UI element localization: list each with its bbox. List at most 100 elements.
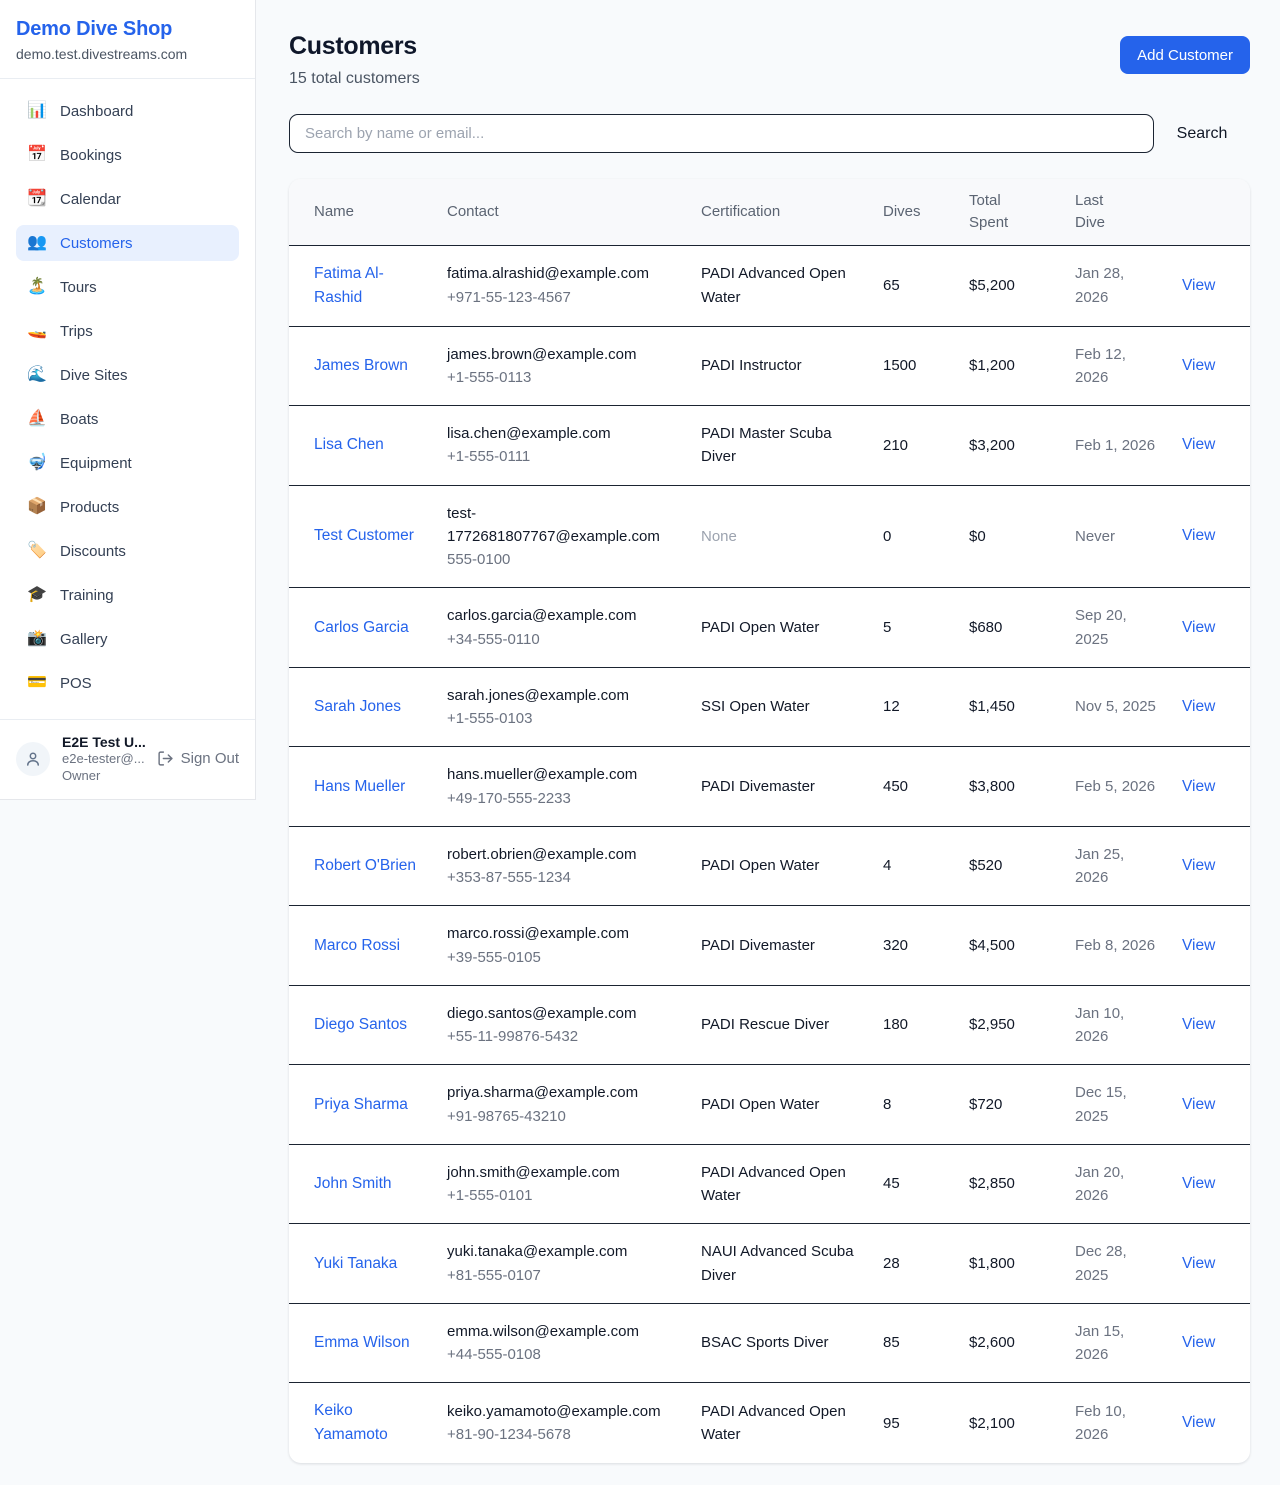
sidebar-item-label: Equipment — [60, 455, 132, 472]
view-customer-link[interactable]: View — [1182, 1096, 1215, 1113]
customer-certification: PADI Open Water — [689, 1065, 871, 1145]
customer-name-link[interactable]: Marco Rossi — [314, 937, 400, 954]
column-header-total-spent: Total Spent — [957, 179, 1063, 245]
customer-name-link[interactable]: Hans Mueller — [314, 778, 405, 795]
sidebar-item-calendar[interactable]: 📆 Calendar — [16, 181, 239, 217]
view-customer-link[interactable]: View — [1182, 1016, 1215, 1033]
customer-total-spent: $720 — [957, 1065, 1063, 1145]
sidebar-item-trips[interactable]: 🚤 Trips — [16, 313, 239, 349]
customer-certification: PADI Advanced Open Water — [689, 1144, 871, 1224]
customer-total-spent: $1,200 — [957, 326, 1063, 406]
table-row: Sarah Jones sarah.jones@example.com +1-5… — [289, 667, 1250, 747]
customer-name-link[interactable]: Emma Wilson — [314, 1334, 410, 1351]
user-meta: E2E Test U... e2e-tester@... Owner — [62, 733, 145, 785]
view-customer-link[interactable]: View — [1182, 1334, 1215, 1351]
customer-dives: 28 — [871, 1224, 957, 1304]
island-icon: 🏝️ — [27, 279, 47, 295]
search-button[interactable]: Search — [1154, 125, 1250, 143]
customer-name-link[interactable]: Carlos Garcia — [314, 619, 409, 636]
table-row: Yuki Tanaka yuki.tanaka@example.com +81-… — [289, 1224, 1250, 1304]
view-customer-link[interactable]: View — [1182, 1175, 1215, 1192]
customer-name-link[interactable]: Priya Sharma — [314, 1096, 408, 1113]
customer-name-link[interactable]: Diego Santos — [314, 1016, 407, 1033]
customer-name-link[interactable]: Keiko Yamamoto — [314, 1402, 388, 1443]
view-customer-link[interactable]: View — [1182, 436, 1215, 453]
customer-last-dive: Feb 12, 2026 — [1063, 326, 1170, 406]
view-customer-link[interactable]: View — [1182, 277, 1215, 294]
customer-name-link[interactable]: Sarah Jones — [314, 698, 401, 715]
customer-name-link[interactable]: Yuki Tanaka — [314, 1255, 397, 1272]
sidebar-item-dashboard[interactable]: 📊 Dashboard — [16, 93, 239, 129]
view-customer-link[interactable]: View — [1182, 857, 1215, 874]
table-row: Robert O'Brien robert.obrien@example.com… — [289, 826, 1250, 906]
customer-phone: +49-170-555-2233 — [447, 787, 677, 810]
view-customer-link[interactable]: View — [1182, 357, 1215, 374]
table-row: Priya Sharma priya.sharma@example.com +9… — [289, 1065, 1250, 1145]
wave-icon: 🌊 — [27, 367, 47, 383]
customer-last-dive: Feb 8, 2026 — [1063, 906, 1170, 986]
customer-phone: +55-11-99876-5432 — [447, 1025, 677, 1048]
sidebar-item-customers[interactable]: 👥 Customers — [16, 225, 239, 261]
sidebar-item-boats[interactable]: ⛵ Boats — [16, 401, 239, 437]
view-customer-link[interactable]: View — [1182, 778, 1215, 795]
sidebar-item-pos[interactable]: 💳 POS — [16, 665, 239, 701]
user-role: Owner — [62, 768, 145, 785]
customer-dives: 65 — [871, 245, 957, 326]
table-row: John Smith john.smith@example.com +1-555… — [289, 1144, 1250, 1224]
view-customer-link[interactable]: View — [1182, 527, 1215, 544]
sign-out-icon — [157, 750, 174, 767]
customer-name-link[interactable]: Robert O'Brien — [314, 857, 416, 874]
customer-dives: 8 — [871, 1065, 957, 1145]
view-customer-link[interactable]: View — [1182, 619, 1215, 636]
customer-dives: 5 — [871, 588, 957, 668]
customer-name-link[interactable]: Lisa Chen — [314, 436, 384, 453]
customer-dives: 45 — [871, 1144, 957, 1224]
customers-table-card: NameContactCertificationDivesTotal Spent… — [289, 179, 1250, 1463]
add-customer-button[interactable]: Add Customer — [1120, 36, 1250, 74]
sidebar-item-gallery[interactable]: 📸 Gallery — [16, 621, 239, 657]
sidebar-item-discounts[interactable]: 🏷️ Discounts — [16, 533, 239, 569]
sign-out-button[interactable]: Sign Out — [157, 750, 239, 767]
customer-phone: +39-555-0105 — [447, 946, 677, 969]
column-header-actions — [1170, 179, 1250, 245]
customer-total-spent: $5,200 — [957, 245, 1063, 326]
view-customer-link[interactable]: View — [1182, 937, 1215, 954]
customer-name-link[interactable]: James Brown — [314, 357, 408, 374]
sign-out-label: Sign Out — [181, 750, 239, 767]
sidebar-item-products[interactable]: 📦 Products — [16, 489, 239, 525]
customer-count: 15 total customers — [289, 70, 420, 88]
customer-last-dive: Nov 5, 2025 — [1063, 667, 1170, 747]
page-title: Customers — [289, 32, 420, 61]
customer-phone: +1-555-0101 — [447, 1184, 677, 1207]
view-customer-link[interactable]: View — [1182, 698, 1215, 715]
customer-last-dive: Jan 28, 2026 — [1063, 245, 1170, 326]
customer-total-spent: $2,100 — [957, 1383, 1063, 1464]
package-icon: 📦 — [27, 499, 47, 515]
customer-name-link[interactable]: John Smith — [314, 1175, 392, 1192]
view-customer-link[interactable]: View — [1182, 1255, 1215, 1272]
sidebar-item-dive-sites[interactable]: 🌊 Dive Sites — [16, 357, 239, 393]
main-content: Customers 15 total customers Add Custome… — [257, 0, 1280, 1463]
customer-dives: 210 — [871, 406, 957, 486]
sidebar-item-tours[interactable]: 🏝️ Tours — [16, 269, 239, 305]
search-row: Search — [289, 114, 1250, 153]
sidebar-item-equipment[interactable]: 🤿 Equipment — [16, 445, 239, 481]
user-footer: E2E Test U... e2e-tester@... Owner Sign … — [0, 719, 255, 799]
credit-card-icon: 💳 — [27, 675, 47, 691]
sidebar-item-training[interactable]: 🎓 Training — [16, 577, 239, 613]
sidebar-item-label: Training — [60, 587, 114, 604]
customer-phone: 555-0100 — [447, 548, 677, 571]
view-customer-link[interactable]: View — [1182, 1414, 1215, 1431]
customer-dives: 85 — [871, 1303, 957, 1383]
customer-total-spent: $3,200 — [957, 406, 1063, 486]
customer-last-dive: Feb 1, 2026 — [1063, 406, 1170, 486]
tag-icon: 🏷️ — [27, 543, 47, 559]
search-input[interactable] — [289, 114, 1154, 153]
sidebar-item-bookings[interactable]: 📅 Bookings — [16, 137, 239, 173]
shop-name: Demo Dive Shop — [16, 18, 239, 41]
sidebar-nav: 📊 Dashboard 📅 Bookings 📆 Calendar 👥 Cust… — [0, 79, 255, 719]
customer-name-link[interactable]: Fatima Al-Rashid — [314, 265, 384, 306]
customer-name-link[interactable]: Test Customer — [314, 527, 414, 544]
customer-certification: BSAC Sports Diver — [689, 1303, 871, 1383]
customer-certification: PADI Rescue Diver — [689, 985, 871, 1065]
